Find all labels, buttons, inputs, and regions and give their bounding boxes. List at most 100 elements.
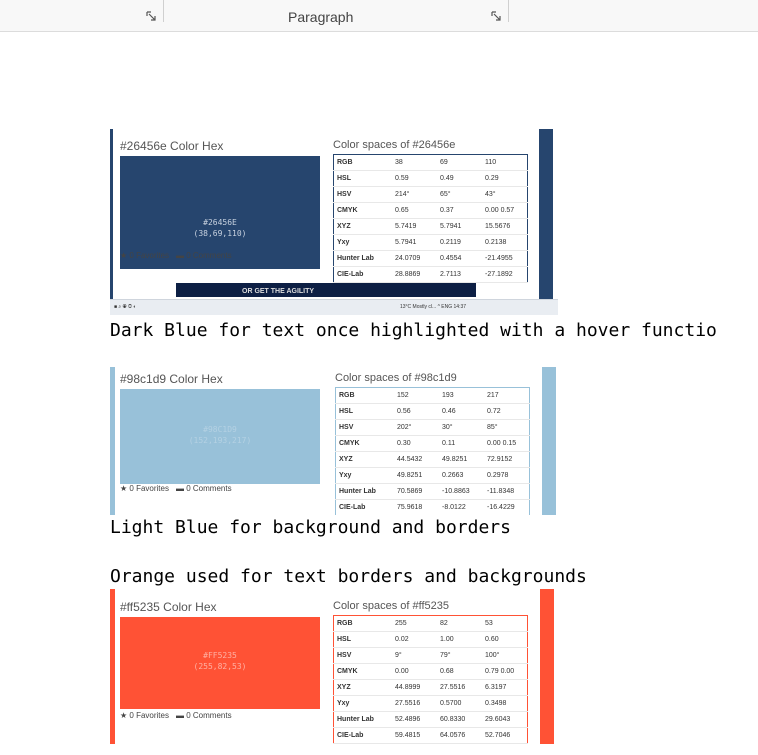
color-space-row: HSV 202° 30° 85°: [335, 419, 530, 436]
color-space-value: 202°: [394, 419, 439, 436]
color-space-value: 0.65: [392, 202, 437, 219]
color-space-value: 217: [484, 387, 530, 404]
color-space-name: CIE-Lab: [333, 727, 392, 744]
color-space-value: 24.0709: [392, 250, 437, 267]
color-space-name: CIE-Lab: [335, 499, 394, 515]
color-space-row: Hunter Lab 70.5869 -10.8863 -11.8348: [335, 483, 530, 500]
color-space-value: 0.30: [394, 435, 439, 452]
color-space-value: 65°: [437, 186, 482, 203]
color-space-value: 0.29: [482, 170, 528, 187]
comments-count: ▬ 0 Comments: [176, 711, 232, 720]
color-space-value: 5.7419: [392, 218, 437, 235]
color-space-value: 44.5432: [394, 451, 439, 468]
right-color-edge: [542, 367, 556, 515]
left-color-edge: [110, 367, 115, 515]
color-space-value: 0.56: [394, 403, 439, 420]
color-space-value: 27.5516: [392, 695, 437, 712]
swatch-hex-label: #26456E: [203, 218, 237, 227]
color-space-value: 0.49: [437, 170, 482, 187]
color-space-row: CMYK 0.65 0.37 0.00 0.57: [333, 202, 528, 219]
color-space-value: 64.0576: [437, 727, 482, 744]
color-space-value: 0.3498: [482, 695, 528, 712]
color-space-value: 5.7941: [392, 234, 437, 251]
color-space-value: -27.1892: [482, 266, 528, 283]
color-space-name: Yxy: [333, 234, 392, 251]
color-space-name: HSL: [333, 631, 392, 648]
color-space-value: 6.3197: [482, 679, 528, 696]
color-space-row: CMYK 0.30 0.11 0.00 0.15: [335, 435, 530, 452]
paragraph-group-label: Paragraph: [288, 9, 354, 25]
ribbon: Paragraph: [0, 0, 758, 32]
swatch-rgb-label: (38,69,110): [193, 229, 247, 238]
color-space-row: HSL 0.59 0.49 0.29: [333, 170, 528, 187]
color-space-value: 0.68: [437, 663, 482, 680]
paragraph-dialog-launcher-icon[interactable]: [491, 11, 502, 22]
caption-orange: Orange used for text borders and backgro…: [110, 566, 587, 587]
color-space-value: 0.79 0.00: [482, 663, 528, 680]
color-space-value: 100°: [482, 647, 528, 664]
color-space-value: 70.5869: [394, 483, 439, 500]
color-hex-title: #ff5235 Color Hex: [120, 600, 217, 614]
dialog-launcher-icon[interactable]: [146, 11, 157, 22]
color-space-row: Yxy 49.8251 0.2663 0.2978: [335, 467, 530, 484]
color-space-value: 59.4815: [392, 727, 437, 744]
ribbon-divider: [163, 0, 164, 22]
color-space-row: Hunter Lab 24.0709 0.4554 -21.4955: [333, 250, 528, 267]
swatch-rgb-label: (255,82,53): [193, 662, 247, 671]
color-space-value: 29.6043: [482, 711, 528, 728]
favorites-count: ★ 0 Favorites: [120, 711, 169, 720]
color-space-name: Yxy: [335, 467, 394, 484]
color-space-value: -16.4229: [484, 499, 530, 515]
color-space-name: HSV: [335, 419, 394, 436]
color-space-value: 0.37: [437, 202, 482, 219]
color-space-value: -10.8863: [439, 483, 484, 500]
color-spaces-table: RGB 255 82 53 HSL 0.02 1.00 0.60 HSV 9° 79° 100° CMY…: [333, 615, 528, 744]
color-space-name: Hunter Lab: [333, 250, 392, 267]
color-space-name: RGB: [333, 154, 392, 171]
color-space-value: 79°: [437, 647, 482, 664]
color-hex-title: #26456e Color Hex: [120, 139, 224, 153]
color-space-value: 0.2138: [482, 234, 528, 251]
color-space-row: HSV 9° 79° 100°: [333, 647, 528, 664]
color-space-value: 0.11: [439, 435, 484, 452]
color-spaces-table: RGB 152 193 217 HSL 0.56 0.46 0.72 HSV 202° 30° 85°…: [335, 387, 530, 515]
ad-text: OR GET THE AGILITY: [242, 288, 315, 295]
color-space-value: 5.7941: [437, 218, 482, 235]
taskbar: ■ ⌕ ◉ ◎ ◐ 13°C Mostly cl... ^ ENG 14:37: [110, 299, 558, 315]
color-space-value: 0.4554: [437, 250, 482, 267]
color-space-name: HSV: [333, 647, 392, 664]
color-space-value: 49.8251: [439, 451, 484, 468]
color-space-name: CIE-Lab: [333, 266, 392, 283]
color-space-name: Hunter Lab: [333, 711, 392, 728]
color-space-name: CMYK: [335, 435, 394, 452]
comments-count: ▬ 0 Comments: [176, 251, 232, 260]
right-color-edge: [539, 129, 553, 304]
color-space-value: 110: [482, 154, 528, 171]
color-space-name: Yxy: [333, 695, 392, 712]
comments-count: ▬ 0 Comments: [176, 484, 232, 493]
color-space-value: 0.00 0.15: [484, 435, 530, 452]
color-space-value: 2.7113: [437, 266, 482, 283]
color-space-value: 0.46: [439, 403, 484, 420]
color-space-value: 9°: [392, 647, 437, 664]
color-space-value: 0.00: [392, 663, 437, 680]
color-space-row: HSL 0.02 1.00 0.60: [333, 631, 528, 648]
color-space-value: 27.5516: [437, 679, 482, 696]
color-space-row: CIE-Lab 28.8869 2.7113 -27.1892: [333, 266, 528, 283]
color-space-value: 85°: [484, 419, 530, 436]
color-space-row: RGB 152 193 217: [335, 387, 530, 404]
favorites-count: ★ 0 Favorites: [120, 484, 169, 493]
color-space-value: 28.8869: [392, 266, 437, 283]
color-space-value: 72.9152: [484, 451, 530, 468]
color-space-name: XYZ: [333, 218, 392, 235]
color-space-value: 43°: [482, 186, 528, 203]
color-space-value: 52.7046: [482, 727, 528, 744]
color-space-value: 0.59: [392, 170, 437, 187]
color-space-value: 255: [392, 615, 437, 632]
windows-start-icon[interactable]: ■ ⌕ ◉ ◎ ◐: [114, 304, 136, 310]
color-space-row: CMYK 0.00 0.68 0.79 0.00: [333, 663, 528, 680]
ad-banner[interactable]: OR GET THE AGILITY: [176, 283, 476, 297]
swatch-hex-label: #98C1D9: [203, 425, 237, 434]
color-space-name: XYZ: [333, 679, 392, 696]
color-space-name: HSL: [333, 170, 392, 187]
